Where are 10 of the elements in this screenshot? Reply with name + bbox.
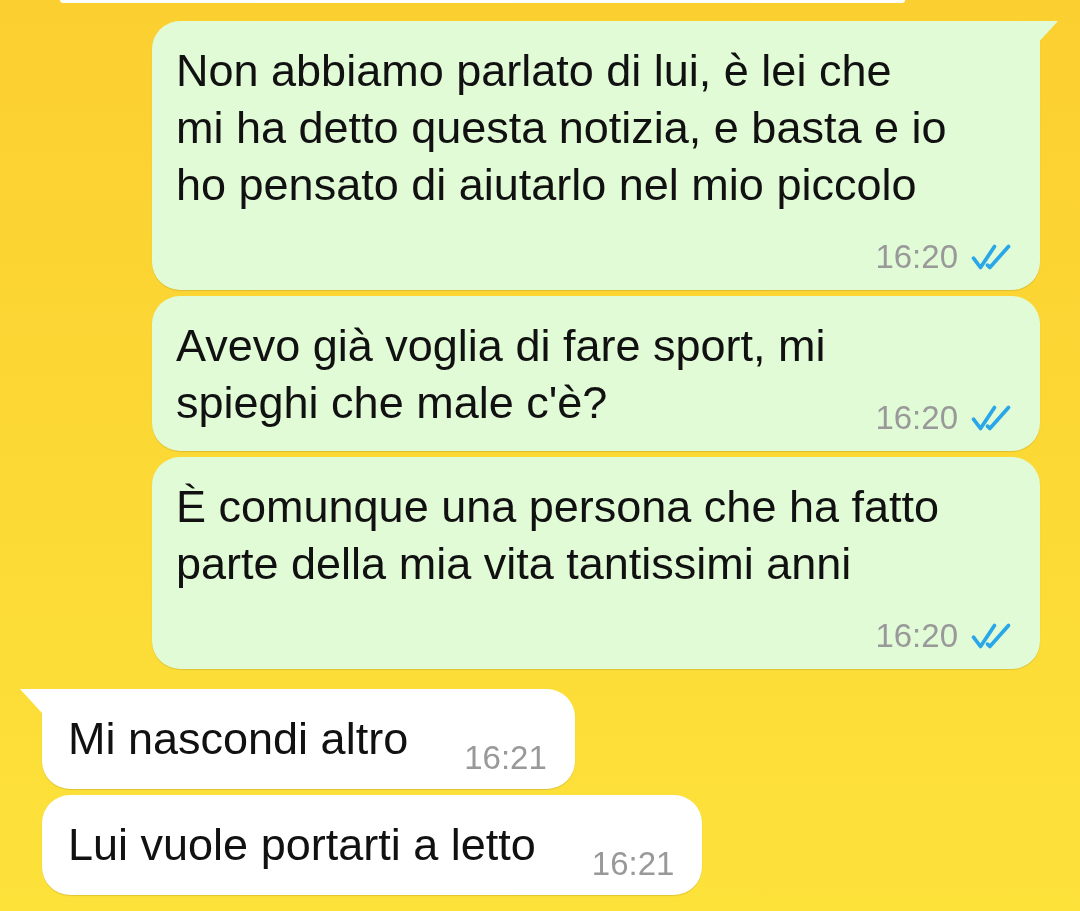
message-time: 16:20 bbox=[875, 238, 958, 276]
message-text: Avevo già voglia di fare sport, mi spieghi che male c'è? bbox=[176, 320, 826, 428]
message-text: Lui vuole portarti a letto bbox=[68, 819, 536, 870]
message-time: 16:21 bbox=[591, 845, 675, 883]
message-text: Non abbiamo parlato di lui, è lei che mi ha detto questa notizia, e basta e io ho pensato di aiutarlo nel mio piccolo bbox=[176, 45, 947, 210]
message-time: 16:20 bbox=[875, 617, 958, 655]
message-time: 16:21 bbox=[464, 739, 547, 777]
message-text: Mi nascondi altro bbox=[68, 713, 409, 764]
message-text: È comunque una persona che ha fatto parte della mia vita tantissimi anni bbox=[176, 481, 940, 589]
message-time: 16:20 bbox=[875, 399, 958, 437]
